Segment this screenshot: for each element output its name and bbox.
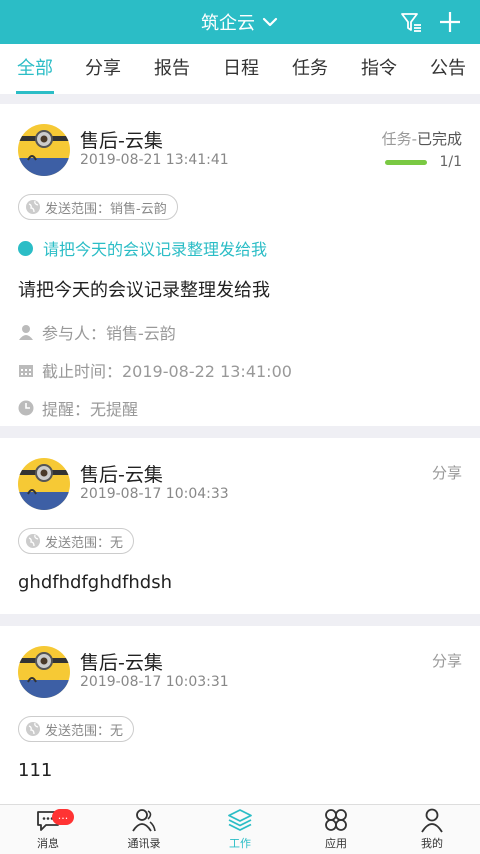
post-content: ghdfhdfghdfhdsh <box>18 572 172 593</box>
globe-icon <box>26 200 40 214</box>
post-content: 请把今天的会议记录整理发给我 <box>18 280 270 301</box>
post-type: 分享 <box>431 464 462 482</box>
avatar[interactable] <box>18 124 70 176</box>
participants-row: 参与人：销售-云韵 <box>18 320 462 344</box>
task-status: 已完成 <box>416 130 462 148</box>
post-time: 2019-08-21 13:41:41 <box>80 152 229 168</box>
task-dot-icon <box>18 240 33 256</box>
post-type-label: 任务- <box>381 130 417 148</box>
tab-report[interactable]: 报告 <box>154 44 190 94</box>
feed-list: 售后-云集 2019-08-21 13:41:41 任务-已完成 1/1 发送范… <box>0 104 480 838</box>
post-time: 2019-08-17 10:03:31 <box>80 674 229 690</box>
nav-messages[interactable]: ... 消息 <box>0 805 96 854</box>
nav-me[interactable]: 我的 <box>384 805 480 854</box>
globe-icon <box>26 722 40 736</box>
contacts-icon <box>132 809 156 832</box>
chevron-down-icon <box>262 17 278 27</box>
post-content: 111 <box>18 760 53 781</box>
feed-card[interactable]: 售后-云集 2019-08-17 10:03:31 分享 发送范围：无 111 <box>0 626 480 826</box>
unread-badge: ... <box>52 809 74 825</box>
avatar[interactable] <box>18 458 70 510</box>
progress-bar <box>385 159 428 165</box>
send-scope-text: 发送范围：无 <box>45 723 124 739</box>
category-tabs: 全部 分享 报告 日程 任务 指令 公告 <box>0 44 480 94</box>
task-progress: 1/1 <box>385 154 462 170</box>
user-name: 售后-云集 <box>80 464 163 486</box>
tab-schedule[interactable]: 日程 <box>223 44 259 94</box>
deadline-row: 截止时间：2019-08-22 13:41:00 <box>18 358 462 382</box>
send-scope: 发送范围：销售-云韵 <box>18 194 178 220</box>
feed-card[interactable]: 售后-云集 2019-08-17 10:04:33 分享 发送范围：无 ghdf… <box>0 438 480 614</box>
deadline-text: 截止时间：2019-08-22 13:41:00 <box>42 362 292 381</box>
post-type: 任务-已完成 <box>382 128 462 149</box>
minion-avatar-icon <box>18 646 70 698</box>
nav-label: 工作 <box>229 837 251 850</box>
globe-icon <box>26 534 40 548</box>
app-title: 筑企云 <box>201 13 255 34</box>
bottom-nav: ... 消息 通讯录 工作 应用 我的 <box>0 804 480 854</box>
minion-avatar-icon <box>18 124 70 176</box>
nav-label: 消息 <box>37 837 59 850</box>
tab-task[interactable]: 任务 <box>292 44 328 94</box>
task-title[interactable]: 请把今天的会议记录整理发给我 <box>18 236 462 260</box>
person-icon <box>19 325 33 340</box>
nav-work[interactable]: 工作 <box>192 805 288 854</box>
tab-all[interactable]: 全部 <box>16 44 54 94</box>
feed-card[interactable]: 售后-云集 2019-08-21 13:41:41 任务-已完成 1/1 发送范… <box>0 104 480 426</box>
send-scope: 发送范围：无 <box>18 716 135 742</box>
clock-icon <box>18 400 34 416</box>
add-icon[interactable] <box>438 10 462 34</box>
post-time: 2019-08-17 10:04:33 <box>80 486 229 502</box>
task-title-text: 请把今天的会议记录整理发给我 <box>43 240 268 259</box>
person-icon <box>421 808 443 833</box>
filter-icon[interactable] <box>400 11 422 33</box>
calendar-icon <box>19 365 33 377</box>
avatar[interactable] <box>18 646 70 698</box>
nav-label: 我的 <box>421 837 443 850</box>
participants-text: 参与人：销售-云韵 <box>42 324 176 343</box>
nav-contacts[interactable]: 通讯录 <box>96 805 192 854</box>
send-scope: 发送范围：无 <box>18 528 135 554</box>
top-bar: 筑企云 <box>0 0 480 44</box>
user-name: 售后-云集 <box>80 130 163 152</box>
nav-label: 通讯录 <box>127 837 161 850</box>
apps-icon <box>325 809 347 831</box>
progress-label: 1/1 <box>439 154 462 170</box>
post-type: 分享 <box>431 652 462 670</box>
user-name: 售后-云集 <box>80 652 163 674</box>
layers-icon <box>228 809 252 831</box>
tab-command[interactable]: 指令 <box>361 44 397 94</box>
tab-share[interactable]: 分享 <box>85 44 121 94</box>
nav-label: 应用 <box>325 837 347 850</box>
tab-notice[interactable]: 公告 <box>430 44 466 94</box>
reminder-row: 提醒：无提醒 <box>18 396 462 420</box>
send-scope-text: 发送范围：销售-云韵 <box>45 201 167 217</box>
nav-apps[interactable]: 应用 <box>288 805 384 854</box>
reminder-text: 提醒：无提醒 <box>42 400 139 419</box>
send-scope-text: 发送范围：无 <box>45 535 124 551</box>
minion-avatar-icon <box>18 458 70 510</box>
